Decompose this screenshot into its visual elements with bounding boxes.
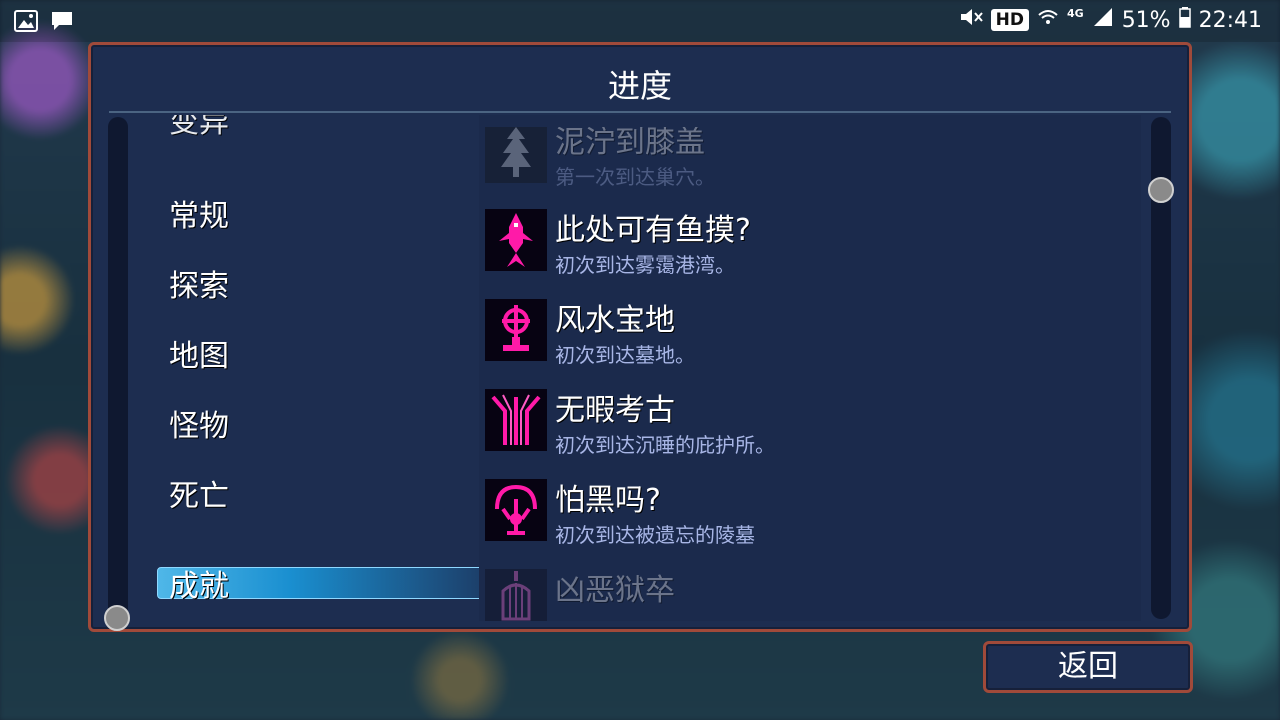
achievement-name: 风水宝地 xyxy=(555,303,675,338)
page-title: 进度 xyxy=(607,67,672,105)
achievement-name: 此处可有鱼摸? xyxy=(555,213,751,248)
tripod-icon xyxy=(485,389,547,451)
achievement-name: 无暇考古 xyxy=(555,393,675,428)
hd-badge: HD xyxy=(990,9,1029,31)
achievement-item[interactable]: 凶恶狱卒 xyxy=(479,569,1139,621)
category-map[interactable]: 地图 xyxy=(169,331,229,375)
grave-cross-icon xyxy=(485,299,547,361)
category-monsters[interactable]: 怪物 xyxy=(169,401,229,445)
signal-icon xyxy=(1092,6,1114,34)
message-icon xyxy=(50,10,74,38)
category-scrollbar-track[interactable] xyxy=(108,117,128,619)
achievement-item[interactable]: 泥泞到膝盖 第一次到达巢穴。 xyxy=(479,127,1139,201)
achievement-name: 怕黑吗? xyxy=(555,483,661,518)
achievement-desc: 初次到达被遗忘的陵墓 xyxy=(555,523,755,547)
category-achievements[interactable]: 成就 xyxy=(169,561,229,605)
category-scrollbar-thumb[interactable] xyxy=(104,605,130,631)
achievement-desc: 第一次到达巢穴。 xyxy=(555,165,715,189)
title-divider xyxy=(109,111,1171,113)
category-general[interactable]: 常规 xyxy=(169,191,229,235)
tree-icon xyxy=(485,127,547,183)
achievement-scrollbar-thumb[interactable] xyxy=(1148,177,1174,203)
achievement-desc: 初次到达沉睡的庇护所。 xyxy=(555,433,775,457)
achievement-item[interactable]: 怕黑吗? 初次到达被遗忘的陵墓 xyxy=(479,479,1139,559)
status-bar: HD 4G 51% 22:41 xyxy=(0,0,1280,42)
gallery-icon xyxy=(14,10,38,38)
back-button[interactable]: 返回 xyxy=(983,641,1193,693)
achievement-item[interactable]: 风水宝地 初次到达墓地。 xyxy=(479,299,1139,379)
achievement-desc: 初次到达墓地。 xyxy=(555,343,695,367)
battery-percent: 51% xyxy=(1121,7,1171,33)
achievement-list[interactable]: 泥泞到膝盖 第一次到达巢穴。 此处可有鱼摸? 初次到达雾霭港湾。 风水宝地 初次… xyxy=(479,115,1141,621)
wifi-icon xyxy=(1037,6,1059,34)
clock: 22:41 xyxy=(1198,7,1262,33)
skull-tree-icon xyxy=(485,479,547,541)
achievement-desc: 初次到达雾霭港湾。 xyxy=(555,253,735,277)
category-death[interactable]: 死亡 xyxy=(169,471,229,515)
achievement-item[interactable]: 此处可有鱼摸? 初次到达雾霭港湾。 xyxy=(479,209,1139,289)
progress-panel: 进度 变异 常规 探索 地图 怪物 死亡 成就 泥泞到膝盖 第一次到达巢穴。 此… xyxy=(88,42,1192,632)
cage-icon xyxy=(485,569,547,621)
category-exploration[interactable]: 探索 xyxy=(169,261,229,305)
mute-icon xyxy=(959,6,983,34)
battery-icon xyxy=(1178,6,1191,34)
achievement-name: 凶恶狱卒 xyxy=(555,573,675,608)
network-type: 4G xyxy=(1067,6,1084,20)
achievement-item[interactable]: 无暇考古 初次到达沉睡的庇护所。 xyxy=(479,389,1139,469)
achievement-name: 泥泞到膝盖 xyxy=(555,125,705,160)
fish-icon xyxy=(485,209,547,271)
